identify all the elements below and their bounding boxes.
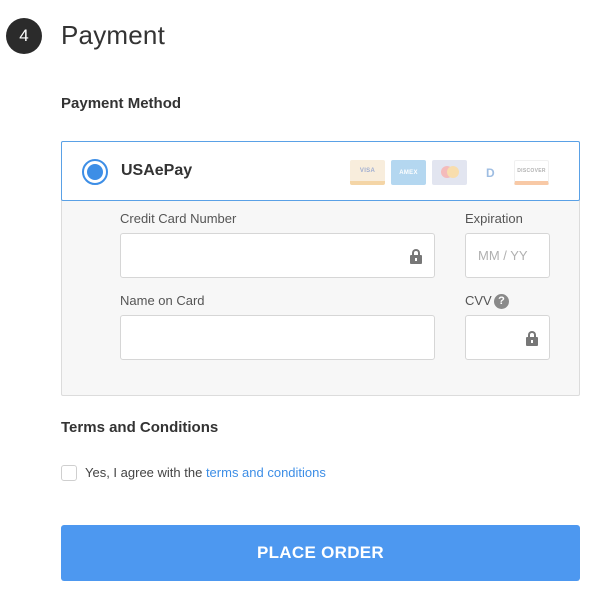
- name-on-card-label: Name on Card: [120, 293, 205, 308]
- terms-agree-prefix: Yes, I agree with the: [85, 465, 206, 480]
- accepted-cards: VISA AMEX D DISCOVER: [350, 160, 549, 185]
- card-number-input[interactable]: [120, 233, 435, 278]
- terms-heading: Terms and Conditions: [61, 419, 219, 436]
- expiration-label: Expiration: [465, 211, 523, 226]
- page-title: Payment: [61, 20, 166, 50]
- lock-icon: [410, 249, 422, 264]
- step-number-badge: 4: [6, 18, 42, 54]
- payment-page: 4 Payment Payment Method USAePay VISA AM…: [0, 0, 613, 591]
- payment-method-panel: USAePay VISA AMEX D DISCOVER Credit Card…: [61, 141, 580, 396]
- terms-agree-text: Yes, I agree with the terms and conditio…: [85, 465, 326, 480]
- visa-icon: VISA: [350, 160, 385, 185]
- payment-option-usaepay[interactable]: USAePay VISA AMEX D DISCOVER: [61, 141, 580, 201]
- payment-method-heading: Payment Method: [61, 95, 182, 112]
- place-order-button[interactable]: PLACE ORDER: [61, 525, 580, 581]
- help-icon[interactable]: ?: [494, 294, 509, 309]
- terms-link[interactable]: terms and conditions: [206, 465, 326, 480]
- payment-option-radio[interactable]: [82, 159, 108, 185]
- mastercard-icon: [432, 160, 467, 185]
- diners-club-icon: D: [473, 160, 508, 185]
- expiration-input[interactable]: [465, 233, 550, 278]
- cvv-label: CVV: [465, 293, 492, 308]
- payment-option-label: USAePay: [121, 162, 193, 179]
- card-number-label: Credit Card Number: [120, 211, 237, 226]
- name-on-card-input[interactable]: [120, 315, 435, 360]
- lock-icon: [526, 331, 538, 346]
- amex-icon: AMEX: [391, 160, 426, 185]
- radio-selected-dot: [87, 164, 103, 180]
- terms-checkbox[interactable]: [61, 465, 77, 481]
- discover-icon: DISCOVER: [514, 160, 549, 185]
